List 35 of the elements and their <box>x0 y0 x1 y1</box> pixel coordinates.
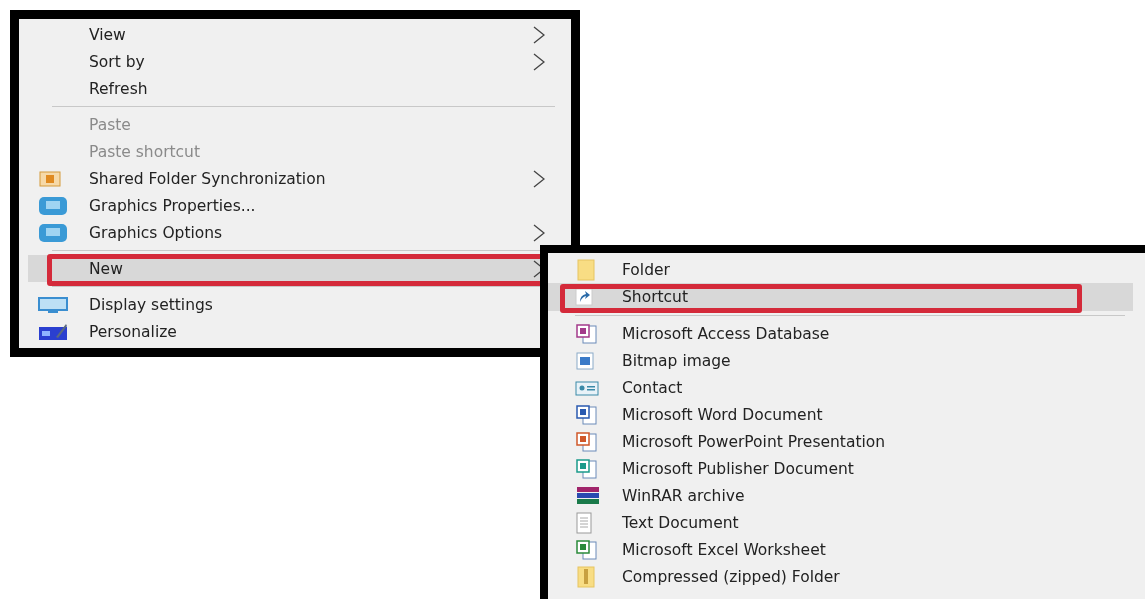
chevron-icon <box>533 52 545 71</box>
menu-item[interactable]: Shared Folder Synchronization <box>28 165 559 192</box>
chevron-icon <box>533 169 545 188</box>
chevron-icon <box>533 223 545 242</box>
folder-icon <box>575 258 597 281</box>
menu-item[interactable]: Bitmap image <box>548 347 1133 374</box>
menu-item[interactable]: Microsoft Publisher Document <box>548 455 1133 482</box>
word-document-icon <box>575 403 599 426</box>
sync-icon <box>38 169 62 188</box>
menu-item[interactable]: Refresh <box>28 75 559 102</box>
shortcut-icon <box>575 288 593 306</box>
monitor-icon <box>38 295 68 314</box>
menu-item[interactable]: Microsoft PowerPoint Presentation <box>548 428 1133 455</box>
menu-item[interactable]: Text Document <box>548 509 1133 536</box>
menu-item[interactable]: Microsoft Word Document <box>548 401 1133 428</box>
text-document-icon <box>575 511 593 534</box>
graphics-icon <box>38 221 68 244</box>
contact-card-icon <box>575 378 599 397</box>
menu-item[interactable]: WinRAR archive <box>548 482 1133 509</box>
image-icon <box>575 350 595 371</box>
menu-item[interactable]: Compressed (zipped) Folder <box>548 563 1133 590</box>
menu-item[interactable]: Graphics Options <box>28 219 559 246</box>
archive-books-icon <box>575 485 601 506</box>
chevron-icon <box>533 25 545 44</box>
menu-item[interactable]: Graphics Properties... <box>28 192 559 219</box>
menu-item[interactable]: View <box>28 21 559 48</box>
menu-item[interactable]: Microsoft Excel Worksheet <box>548 536 1133 563</box>
presentation-icon <box>575 430 599 453</box>
publisher-document-icon <box>575 457 599 480</box>
graphics-icon <box>38 194 68 217</box>
access-icon <box>575 322 599 345</box>
menu-item[interactable]: Contact <box>548 374 1133 401</box>
zip-folder-icon <box>575 565 597 588</box>
spreadsheet-icon <box>575 538 599 561</box>
menu-item[interactable]: Sort by <box>28 48 559 75</box>
